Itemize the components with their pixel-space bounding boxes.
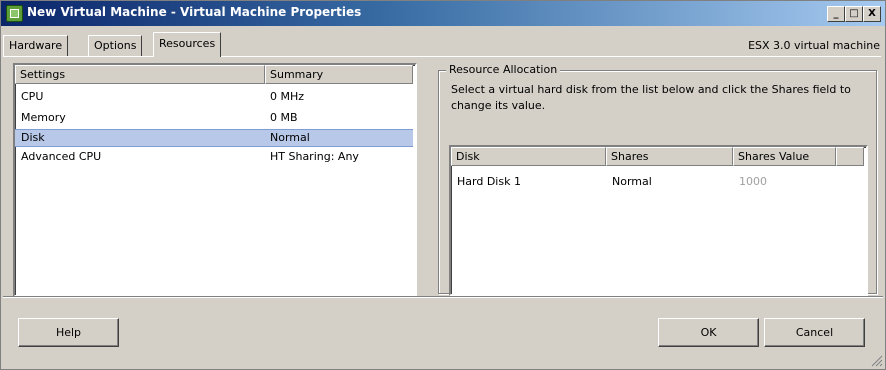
setting-summary: 0 MB [270,111,298,124]
setting-summary: HT Sharing: Any [270,150,359,163]
settings-row-memory[interactable]: Memory 0 MB [15,109,413,127]
disk-name: Hard Disk 1 [457,175,521,188]
cancel-button[interactable]: Cancel [764,318,865,347]
vm-icon [6,5,23,22]
column-header-shares-value[interactable]: Shares Value [733,147,836,166]
settings-row-disk[interactable]: Disk Normal [15,129,413,147]
window-title: New Virtual Machine - Virtual Machine Pr… [27,5,362,19]
ok-button[interactable]: OK [658,318,759,347]
column-header-shares[interactable]: Shares [606,147,733,166]
minimize-button[interactable]: _ [827,6,845,22]
tab-options[interactable]: Options [88,35,143,56]
tab-hardware[interactable]: Hardware [3,35,69,56]
column-header-disk[interactable]: Disk [451,147,606,166]
group-title: Resource Allocation [446,63,561,76]
column-header-filler [836,147,864,166]
settings-row-advanced-cpu[interactable]: Advanced CPU HT Sharing: Any [15,148,413,166]
disk-shares-value[interactable]: 1000 [739,173,767,191]
tab-resources[interactable]: Resources [153,32,222,57]
help-button[interactable]: Help [18,318,119,347]
setting-name: Memory [21,111,66,124]
setting-name: Disk [21,131,45,144]
settings-list[interactable]: Settings Summary CPU 0 MHz Memory 0 MB D… [13,63,417,297]
disk-shares[interactable]: Normal [612,173,652,191]
instructions-text: Select a virtual hard disk from the list… [451,83,851,112]
disk-row[interactable]: Hard Disk 1 Normal 1000 [451,173,864,191]
maximize-button[interactable]: □ [845,6,863,22]
setting-name: Advanced CPU [21,150,102,163]
footer-divider [3,296,883,298]
resize-grip-icon[interactable] [871,355,883,367]
column-header-summary[interactable]: Summary [265,65,413,84]
close-button[interactable]: X [863,6,881,22]
setting-summary: Normal [270,131,310,144]
title-bar[interactable]: New Virtual Machine - Virtual Machine Pr… [1,1,885,26]
vm-version-label: ESX 3.0 virtual machine [748,39,880,52]
setting-name: CPU [21,90,44,103]
disk-shares-list[interactable]: Disk Shares Shares Value Hard Disk 1 Nor… [449,145,868,296]
column-header-settings[interactable]: Settings [15,65,265,84]
settings-row-cpu[interactable]: CPU 0 MHz [15,88,413,106]
setting-summary: 0 MHz [270,90,305,103]
